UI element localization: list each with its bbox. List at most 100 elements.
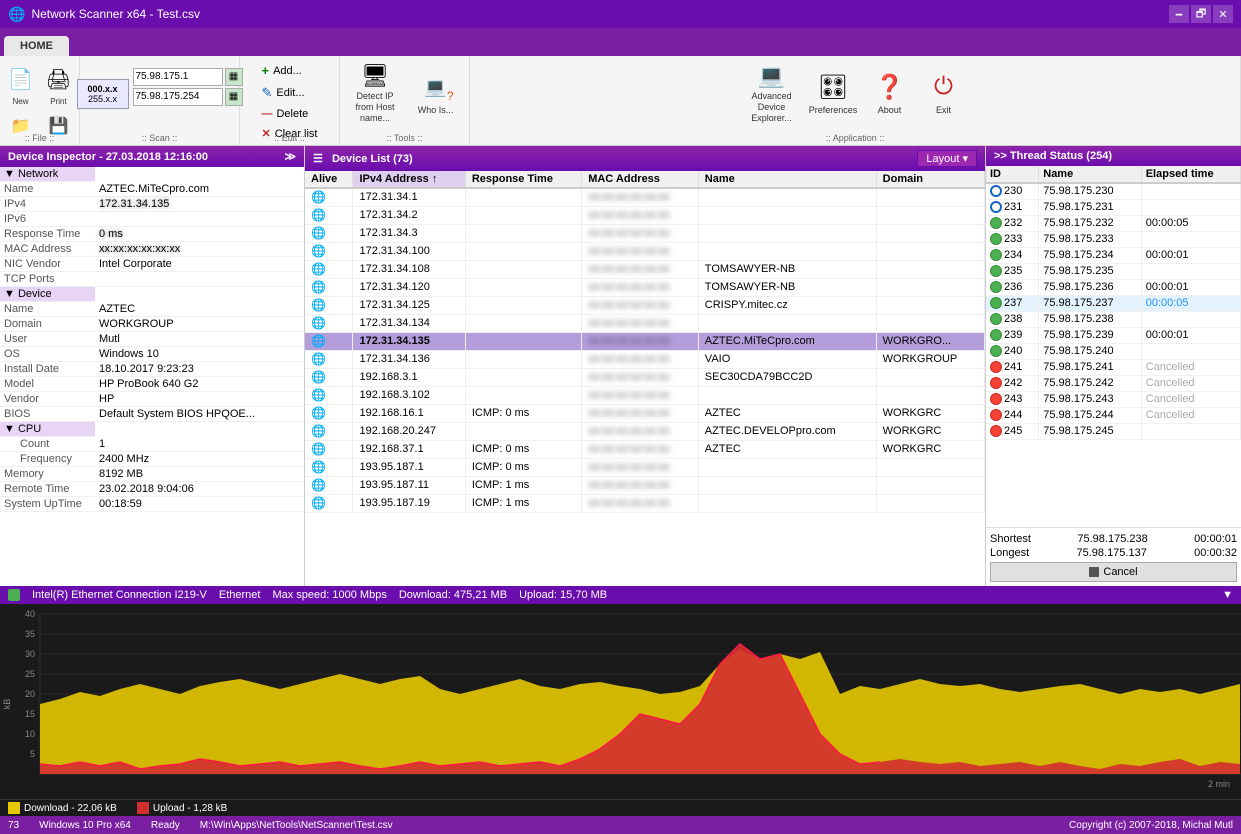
scan-section-label: :: Scan :: xyxy=(80,133,239,143)
longest-row: Longest 75.98.175.137 00:00:32 xyxy=(990,546,1237,560)
thread-table-row[interactable]: 23675.98.175.23600:00:01 xyxy=(986,279,1241,295)
thread-table-row[interactable]: 23375.98.175.233 xyxy=(986,231,1241,247)
device-table-row[interactable]: 🌐172.31.34.120xx:xx:xx:xx:xx:xxTOMSAWYER… xyxy=(305,278,985,296)
who-is-button[interactable]: 💻? Who Is... xyxy=(408,62,463,126)
thread-table-row[interactable]: 23575.98.175.235 xyxy=(986,263,1241,279)
thread-table-row[interactable]: 23075.98.175.230 xyxy=(986,183,1241,199)
tab-home[interactable]: HOME xyxy=(4,36,69,56)
download-legend-label: Download - 22,06 kB xyxy=(24,803,117,814)
device-table-row[interactable]: 🌐192.168.3.102xx:xx:xx:xx:xx:xx xyxy=(305,386,985,404)
device-table[interactable]: Alive IPv4 Address ↑ Response Time MAC A… xyxy=(305,171,985,586)
cancel-button[interactable]: Cancel xyxy=(990,562,1237,582)
device-table-row[interactable]: 🌐172.31.34.1xx:xx:xx:xx:xx:xx xyxy=(305,188,985,206)
inspector-row-bios: BIOSDefault System BIOS HPQOE... xyxy=(0,407,304,422)
about-button[interactable]: ❓ About xyxy=(865,62,915,126)
device-table-row[interactable]: 🌐172.31.34.2xx:xx:xx:xx:xx:xx xyxy=(305,206,985,224)
thread-table[interactable]: ID Name Elapsed time 23075.98.175.230231… xyxy=(986,166,1241,527)
close-button[interactable]: ✕ xyxy=(1213,5,1233,23)
new-file-button[interactable]: 📄 New xyxy=(4,60,38,110)
chart-area: 40 35 30 25 20 15 10 5 kB 2 min xyxy=(0,604,1241,799)
network-adapter-name: Intel(R) Ethernet Connection I219-V xyxy=(32,589,207,601)
preferences-button[interactable]: 🎛 Preferences xyxy=(806,62,861,126)
minimize-button[interactable]: 🗕 xyxy=(1169,5,1189,23)
inspector-section-device[interactable]: ▼ Device xyxy=(0,287,304,303)
device-table-row[interactable]: 🌐172.31.34.136xx:xx:xx:xx:xx:xxVAIOWORKG… xyxy=(305,350,985,368)
inspector-row-name: NameAZTEC.MiTeCpro.com xyxy=(0,182,304,197)
restore-button[interactable]: 🗗 xyxy=(1191,5,1211,23)
thread-table-row[interactable]: 23475.98.175.23400:00:01 xyxy=(986,247,1241,263)
device-table-row[interactable]: 🌐172.31.34.100xx:xx:xx:xx:xx:xx xyxy=(305,242,985,260)
device-table-body: 🌐172.31.34.1xx:xx:xx:xx:xx:xx🌐172.31.34.… xyxy=(305,188,985,512)
device-table-row[interactable]: 🌐193.95.187.11ICMP: 1 msxx:xx:xx:xx:xx:x… xyxy=(305,476,985,494)
device-table-row[interactable]: 🌐193.95.187.1ICMP: 0 msxx:xx:xx:xx:xx:xx xyxy=(305,458,985,476)
thread-table-row[interactable]: 23875.98.175.238 xyxy=(986,311,1241,327)
device-table-row[interactable]: 🌐172.31.34.125xx:xx:xx:xx:xx:xxCRISPY.mi… xyxy=(305,296,985,314)
thread-table-row[interactable]: 24275.98.175.242Cancelled xyxy=(986,375,1241,391)
network-upload-stat: Upload: 15,70 MB xyxy=(519,589,607,601)
svg-text:30: 30 xyxy=(25,649,35,659)
col-mac[interactable]: MAC Address xyxy=(582,171,699,188)
advanced-device-explorer-button[interactable]: 💻 Advanced Device Explorer... xyxy=(742,62,802,126)
app-title: Network Scanner x64 - Test.csv xyxy=(31,7,200,21)
col-alive[interactable]: Alive xyxy=(305,171,353,188)
inspector-row-frequency: Frequency2400 MHz xyxy=(0,452,304,467)
device-inspector-title: Device Inspector - 27.03.2018 12:16:00 xyxy=(8,151,208,163)
thread-table-row[interactable]: 23175.98.175.231 xyxy=(986,199,1241,215)
left-panel: Device Inspector - 27.03.2018 12:16:00 ≫… xyxy=(0,146,305,586)
device-table-row[interactable]: 🌐192.168.37.1ICMP: 0 msxx:xx:xx:xx:xx:xx… xyxy=(305,440,985,458)
delete-button[interactable]: — Delete xyxy=(254,105,324,123)
col-ipv4[interactable]: IPv4 Address ↑ xyxy=(353,171,465,188)
svg-text:25: 25 xyxy=(25,669,35,679)
edit-button[interactable]: ✎ Edit... xyxy=(254,82,324,104)
network-indicator xyxy=(8,589,20,601)
collapse-network-button[interactable]: ▼ xyxy=(1222,589,1233,601)
inspector-section-network[interactable]: ▼ Network xyxy=(0,167,304,182)
thread-table-row[interactable]: 24075.98.175.240 xyxy=(986,343,1241,359)
inspector-row-user: UserMutl xyxy=(0,332,304,347)
ip-start-input[interactable] xyxy=(133,68,223,86)
thread-table-row[interactable]: 23775.98.175.23700:00:05 xyxy=(986,295,1241,311)
col-domain[interactable]: Domain xyxy=(876,171,984,188)
inspector-row-remote-time: Remote Time23.02.2018 9:04:06 xyxy=(0,482,304,497)
svg-text:2 min: 2 min xyxy=(1208,779,1230,789)
svg-text:35: 35 xyxy=(25,629,35,639)
device-table-row[interactable]: 🌐192.168.16.1ICMP: 0 msxx:xx:xx:xx:xx:xx… xyxy=(305,404,985,422)
thread-table-row[interactable]: 23975.98.175.23900:00:01 xyxy=(986,327,1241,343)
print-button[interactable]: 🖨 Print xyxy=(42,60,76,110)
layout-button[interactable]: Layout ▾ xyxy=(917,150,977,167)
col-thread-id[interactable]: ID xyxy=(986,166,1039,183)
thread-table-row[interactable]: 24575.98.175.245 xyxy=(986,423,1241,439)
thread-table-row[interactable]: 24175.98.175.241Cancelled xyxy=(986,359,1241,375)
col-elapsed[interactable]: Elapsed time xyxy=(1141,166,1240,183)
device-list-title: ☰ Device List (73) xyxy=(313,152,413,165)
exit-button[interactable]: ⏻ Exit xyxy=(919,62,969,126)
device-table-row[interactable]: 🌐172.31.34.134xx:xx:xx:xx:xx:xx xyxy=(305,314,985,332)
thread-table-header: ID Name Elapsed time xyxy=(986,166,1241,183)
thread-table-row[interactable]: 24475.98.175.244Cancelled xyxy=(986,407,1241,423)
add-button[interactable]: + Add... xyxy=(254,60,324,81)
device-table-row[interactable]: 🌐193.95.187.19ICMP: 1 msxx:xx:xx:xx:xx:x… xyxy=(305,494,985,512)
thread-table-row[interactable]: 23275.98.175.23200:00:05 xyxy=(986,215,1241,231)
col-thread-name[interactable]: Name xyxy=(1039,166,1141,183)
shortest-name: 75.98.175.238 xyxy=(1077,533,1147,545)
device-table-row[interactable]: 🌐172.31.34.3xx:xx:xx:xx:xx:xx xyxy=(305,224,985,242)
titlebar: 🌐 Network Scanner x64 - Test.csv 🗕 🗗 ✕ xyxy=(0,0,1241,28)
svg-text:40: 40 xyxy=(25,609,35,619)
thread-table-row[interactable]: 24375.98.175.243Cancelled xyxy=(986,391,1241,407)
inspector-section-cpu[interactable]: ▼ CPU xyxy=(0,422,304,438)
status-copyright: Copyright (c) 2007-2018, Michal Mutl xyxy=(1069,820,1233,831)
tools-section-label: :: Tools :: xyxy=(340,133,469,143)
col-name[interactable]: Name xyxy=(698,171,876,188)
ip-end-input[interactable] xyxy=(133,88,223,106)
ribbon-section-edit: + Add... ✎ Edit... — Delete ✕ Clear list… xyxy=(240,56,340,145)
inspector-row-os: OSWindows 10 xyxy=(0,347,304,362)
device-table-row[interactable]: 🌐192.168.20.247xx:xx:xx:xx:xx:xxAZTEC.DE… xyxy=(305,422,985,440)
device-table-row[interactable]: 🌐172.31.34.135xx:xx:xx:xx:xx:xxAZTEC.MiT… xyxy=(305,332,985,350)
ribbon: 📄 New 🖨 Print 📁 💾 :: File :: xyxy=(0,56,1241,146)
device-table-row[interactable]: 🌐192.168.3.1xx:xx:xx:xx:xx:xxSEC30CDA79B… xyxy=(305,368,985,386)
tabbar: HOME xyxy=(0,28,1241,56)
inspector-row-memory: Memory8192 MB xyxy=(0,467,304,482)
col-response[interactable]: Response Time xyxy=(465,171,581,188)
device-table-row[interactable]: 🌐172.31.34.108xx:xx:xx:xx:xx:xxTOMSAWYER… xyxy=(305,260,985,278)
detect-ip-button[interactable]: 🖥 Detect IP from Host name... xyxy=(346,62,404,126)
